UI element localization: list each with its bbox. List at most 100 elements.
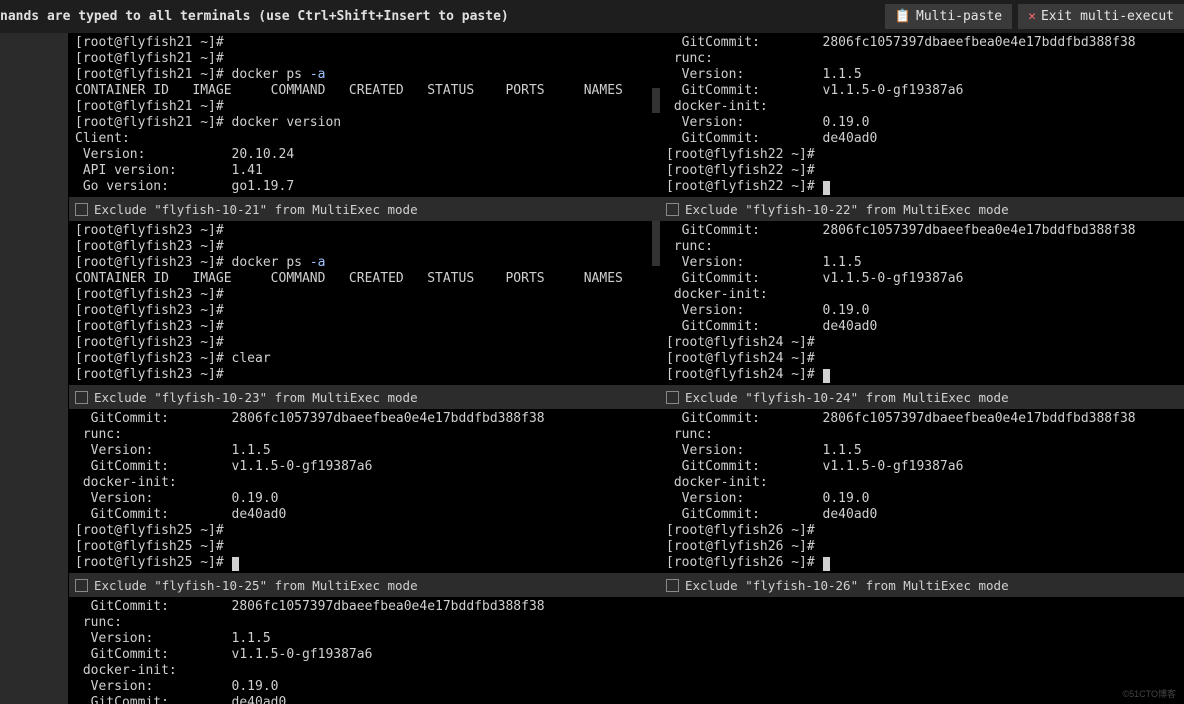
- cursor-icon: [823, 557, 830, 571]
- cursor-icon: [823, 181, 830, 195]
- terminal-line: runc:: [75, 427, 654, 443]
- terminal-line: runc:: [666, 239, 1184, 255]
- terminal-line: GitCommit: v1.1.5-0-gf19387a6: [75, 647, 654, 663]
- terminal-output[interactable]: [root@flyfish23 ~]#[root@flyfish23 ~]#[r…: [69, 221, 660, 385]
- terminal-line: docker-init:: [75, 663, 654, 679]
- terminal-line: [root@flyfish23 ~]#: [75, 367, 654, 383]
- terminal-line: docker-init:: [666, 99, 1184, 115]
- terminal-line: [root@flyfish26 ~]#: [666, 539, 1184, 555]
- terminal-line: GitCommit: 2806fc1057397dbaeefbea0e4e17b…: [666, 35, 1184, 51]
- terminal-line: Version: 1.1.5: [75, 631, 654, 647]
- terminal-output[interactable]: GitCommit: 2806fc1057397dbaeefbea0e4e17b…: [660, 221, 1184, 385]
- exclude-label: Exclude "flyfish-10-22" from MultiExec m…: [685, 202, 1009, 217]
- exclude-label: Exclude "flyfish-10-25" from MultiExec m…: [94, 578, 418, 593]
- terminal-line: [root@flyfish21 ~]#: [75, 51, 654, 67]
- terminal-line: docker-init:: [75, 475, 654, 491]
- exclude-checkbox[interactable]: [666, 203, 679, 216]
- exclude-checkbox[interactable]: [75, 579, 88, 592]
- terminal-line: [root@flyfish23 ~]#: [75, 287, 654, 303]
- terminal-pane-22: GitCommit: 2806fc1057397dbaeefbea0e4e17b…: [660, 33, 1184, 221]
- terminal-line: Version: 0.19.0: [666, 303, 1184, 319]
- exclude-bar: Exclude "flyfish-10-21" from MultiExec m…: [69, 197, 660, 221]
- scrollbar-thumb[interactable]: [652, 221, 660, 266]
- terminal-line: GitCommit: v1.1.5-0-gf19387a6: [666, 271, 1184, 287]
- terminal-output[interactable]: [root@flyfish21 ~]#[root@flyfish21 ~]#[r…: [69, 33, 660, 197]
- exclude-checkbox[interactable]: [666, 391, 679, 404]
- cursor-icon: [232, 557, 239, 571]
- terminal-line: [root@flyfish23 ~]# docker ps -a: [75, 255, 654, 271]
- terminal-pane-26: GitCommit: 2806fc1057397dbaeefbea0e4e17b…: [660, 409, 1184, 597]
- scrollbar-thumb[interactable]: [652, 88, 660, 113]
- terminal-line: Version: 0.19.0: [666, 491, 1184, 507]
- exclude-checkbox[interactable]: [666, 579, 679, 592]
- exclude-label: Exclude "flyfish-10-23" from MultiExec m…: [94, 390, 418, 405]
- top-bar-actions: 📋 Multi-paste ✕ Exit multi-execut: [885, 4, 1184, 29]
- terminal-pane-25: GitCommit: 2806fc1057397dbaeefbea0e4e17b…: [68, 409, 660, 597]
- exclude-checkbox[interactable]: [75, 203, 88, 216]
- exclude-bar: Exclude "flyfish-10-25" from MultiExec m…: [69, 573, 660, 597]
- terminal-pane-27: GitCommit: 2806fc1057397dbaeefbea0e4e17b…: [68, 597, 660, 704]
- exclude-bar: Exclude "flyfish-10-26" from MultiExec m…: [660, 573, 1184, 597]
- exclude-label: Exclude "flyfish-10-24" from MultiExec m…: [685, 390, 1009, 405]
- terminal-line: GitCommit: de40ad0: [75, 507, 654, 523]
- terminal-line: GitCommit: de40ad0: [666, 131, 1184, 147]
- terminal-line: GitCommit: 2806fc1057397dbaeefbea0e4e17b…: [666, 223, 1184, 239]
- terminal-line: CONTAINER ID IMAGE COMMAND CREATED STATU…: [75, 83, 654, 99]
- terminal-line: Version: 20.10.24: [75, 147, 654, 163]
- terminal-pane-23: [root@flyfish23 ~]#[root@flyfish23 ~]#[r…: [68, 221, 660, 409]
- terminal-line: [root@flyfish23 ~]#: [75, 239, 654, 255]
- terminal-line: [root@flyfish25 ~]#: [75, 539, 654, 555]
- terminal-line: runc:: [666, 427, 1184, 443]
- terminal-line: [root@flyfish22 ~]#: [666, 179, 1184, 195]
- multi-paste-label: Multi-paste: [916, 9, 1002, 24]
- paste-icon: 📋: [895, 9, 911, 24]
- terminal-line: [root@flyfish21 ~]#: [75, 35, 654, 51]
- exclude-bar: Exclude "flyfish-10-24" from MultiExec m…: [660, 385, 1184, 409]
- exit-multi-exec-button[interactable]: ✕ Exit multi-execut: [1018, 4, 1184, 29]
- terminal-line: CONTAINER ID IMAGE COMMAND CREATED STATU…: [75, 271, 654, 287]
- terminal-line: [root@flyfish23 ~]# clear: [75, 351, 654, 367]
- terminal-line: docker-init:: [666, 287, 1184, 303]
- exclude-checkbox[interactable]: [75, 391, 88, 404]
- terminal-line: [root@flyfish25 ~]#: [75, 523, 654, 539]
- terminal-line: GitCommit: 2806fc1057397dbaeefbea0e4e17b…: [666, 411, 1184, 427]
- multiexec-message: nands are typed to all terminals (use Ct…: [0, 9, 885, 24]
- terminal-pane-24: GitCommit: 2806fc1057397dbaeefbea0e4e17b…: [660, 221, 1184, 409]
- terminal-line: [root@flyfish25 ~]#: [75, 555, 654, 571]
- multi-paste-button[interactable]: 📋 Multi-paste: [885, 4, 1012, 29]
- terminal-line: runc:: [666, 51, 1184, 67]
- terminal-line: Version: 1.1.5: [75, 443, 654, 459]
- terminal-line: Version: 0.19.0: [75, 491, 654, 507]
- terminal-line: GitCommit: 2806fc1057397dbaeefbea0e4e17b…: [75, 599, 654, 615]
- terminal-output[interactable]: GitCommit: 2806fc1057397dbaeefbea0e4e17b…: [660, 409, 1184, 573]
- terminal-line: API version: 1.41: [75, 163, 654, 179]
- terminal-pane-21: [root@flyfish21 ~]#[root@flyfish21 ~]#[r…: [68, 33, 660, 221]
- terminal-line: [root@flyfish24 ~]#: [666, 335, 1184, 351]
- terminal-line: Client:: [75, 131, 654, 147]
- terminal-line: [root@flyfish21 ~]# docker version: [75, 115, 654, 131]
- terminal-line: GitCommit: v1.1.5-0-gf19387a6: [666, 83, 1184, 99]
- terminal-line: GitCommit: de40ad0: [666, 507, 1184, 523]
- terminal-output[interactable]: GitCommit: 2806fc1057397dbaeefbea0e4e17b…: [660, 33, 1184, 197]
- terminal-grid: [root@flyfish21 ~]#[root@flyfish21 ~]#[r…: [68, 33, 1184, 704]
- terminal-line: [root@flyfish26 ~]#: [666, 523, 1184, 539]
- terminal-line: Version: 1.1.5: [666, 67, 1184, 83]
- terminal-line: Version: 0.19.0: [666, 115, 1184, 131]
- exclude-label: Exclude "flyfish-10-26" from MultiExec m…: [685, 578, 1009, 593]
- cursor-icon: [823, 369, 830, 383]
- exit-multi-exec-label: Exit multi-execut: [1041, 9, 1174, 24]
- terminal-pane-empty: [660, 597, 1184, 704]
- terminal-line: [root@flyfish21 ~]# docker ps -a: [75, 67, 654, 83]
- terminal-line: GitCommit: v1.1.5-0-gf19387a6: [666, 459, 1184, 475]
- terminal-output[interactable]: GitCommit: 2806fc1057397dbaeefbea0e4e17b…: [69, 597, 660, 704]
- terminal-line: [root@flyfish21 ~]#: [75, 99, 654, 115]
- terminal-line: [root@flyfish24 ~]#: [666, 367, 1184, 383]
- exclude-bar: Exclude "flyfish-10-22" from MultiExec m…: [660, 197, 1184, 221]
- terminal-line: Version: 0.19.0: [75, 679, 654, 695]
- terminal-line: [root@flyfish23 ~]#: [75, 223, 654, 239]
- terminal-line: runc:: [75, 615, 654, 631]
- terminal-output[interactable]: GitCommit: 2806fc1057397dbaeefbea0e4e17b…: [69, 409, 660, 573]
- terminal-line: [root@flyfish26 ~]#: [666, 555, 1184, 571]
- terminal-line: [root@flyfish23 ~]#: [75, 335, 654, 351]
- left-tab-strip[interactable]: [0, 33, 68, 704]
